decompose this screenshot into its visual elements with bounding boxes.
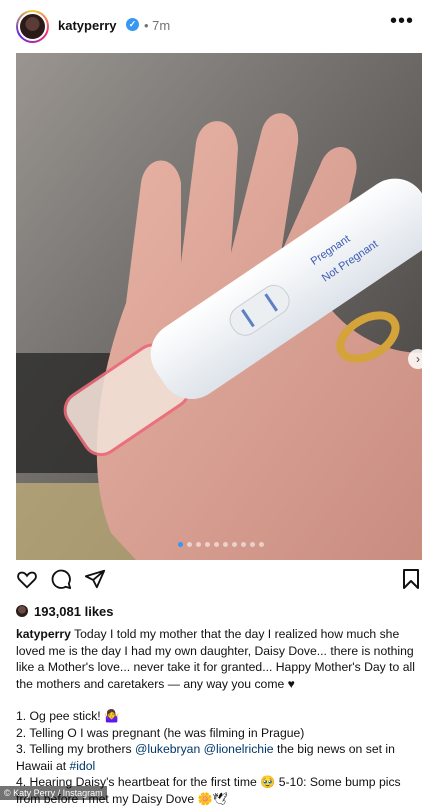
carousel-dot [241, 542, 246, 547]
mention-lionelrichie[interactable]: @lionelrichie [204, 742, 274, 756]
caption-line-1: 1. Og pee stick! 🤷‍♀️ [16, 709, 120, 723]
share-icon[interactable] [84, 568, 106, 590]
heart-icon[interactable] [16, 568, 38, 590]
mention-lukebryan[interactable]: @lukebryan [135, 742, 200, 756]
liker-avatar [16, 605, 28, 617]
likes-row: 193,081 likes [16, 601, 114, 621]
post-username[interactable]: katyperry [58, 18, 117, 33]
hashtag-idol[interactable]: #idol [70, 759, 96, 773]
caption-username[interactable]: katyperry [16, 627, 71, 641]
verified-badge-icon: ✓ [126, 18, 139, 31]
carousel-next-icon[interactable]: › [408, 349, 422, 369]
carousel-dot [205, 542, 210, 547]
bookmark-icon[interactable] [402, 568, 420, 590]
comment-icon[interactable] [50, 568, 72, 590]
post-time: • 7m [144, 18, 171, 33]
pregnancy-test-photo: Pregnant Not Pregnant [16, 53, 422, 560]
caption-line-3: 3. Telling my brothers @lukebryan @lione… [16, 742, 395, 773]
carousel-dot [259, 542, 264, 547]
carousel-dot [196, 542, 201, 547]
post-image[interactable]: Pregnant Not Pregnant › [16, 53, 422, 560]
carousel-dot [223, 542, 228, 547]
caption-intro: Today I told my mother that the day I re… [16, 627, 415, 691]
carousel-dot [214, 542, 219, 547]
more-options-icon[interactable]: ••• [390, 10, 414, 33]
image-credit: © Katy Perry / Instagram [0, 786, 107, 800]
profile-avatar[interactable] [16, 10, 49, 43]
carousel-dot [187, 542, 192, 547]
likes-count[interactable]: 193,081 likes [34, 604, 114, 619]
caption-line-2: 2. Telling O I was pregnant (he was film… [16, 725, 305, 740]
post-header: katyperry ✓ • 7m ••• [0, 0, 430, 54]
action-bar [0, 568, 430, 598]
carousel-dot [232, 542, 237, 547]
post-caption: katyperry Today I told my mother that th… [16, 626, 416, 807]
carousel-dot [178, 542, 183, 547]
carousel-dots [178, 542, 264, 548]
carousel-dot [250, 542, 255, 547]
